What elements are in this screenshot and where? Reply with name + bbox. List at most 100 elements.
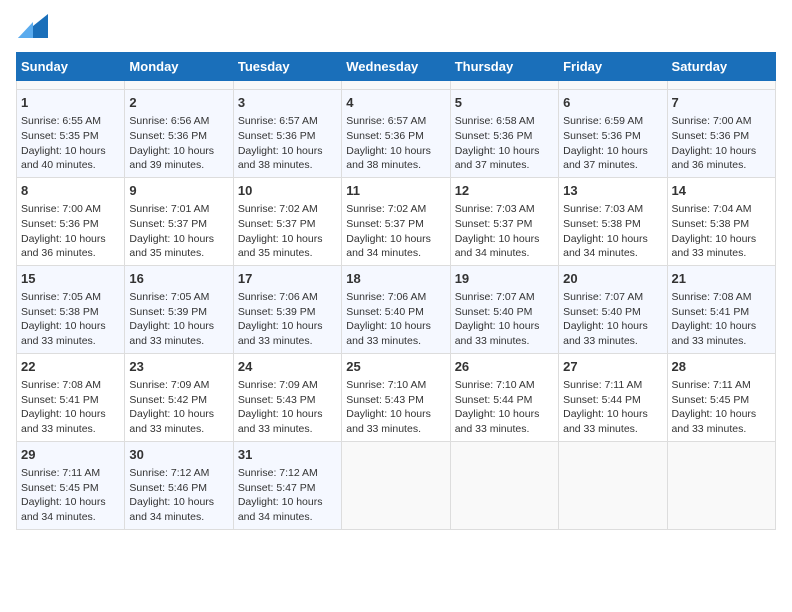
- day-number: 22: [21, 358, 120, 376]
- calendar-cell: 29Sunrise: 7:11 AMSunset: 5:45 PMDayligh…: [17, 441, 125, 529]
- calendar-cell: 22Sunrise: 7:08 AMSunset: 5:41 PMDayligh…: [17, 353, 125, 441]
- calendar-cell: 2Sunrise: 6:56 AMSunset: 5:36 PMDaylight…: [125, 90, 233, 178]
- logo: [16, 16, 48, 40]
- day-info: Sunrise: 7:11 AM: [672, 378, 771, 393]
- day-info: Sunrise: 7:07 AM: [563, 290, 662, 305]
- day-info: Sunrise: 7:12 AM: [129, 466, 228, 481]
- day-info: Sunrise: 6:56 AM: [129, 114, 228, 129]
- day-info: Daylight: 10 hours: [346, 144, 445, 159]
- day-info: Sunrise: 6:55 AM: [21, 114, 120, 129]
- calendar-week-row: 22Sunrise: 7:08 AMSunset: 5:41 PMDayligh…: [17, 353, 776, 441]
- day-info: Daylight: 10 hours: [238, 232, 337, 247]
- calendar-cell: [342, 81, 450, 90]
- calendar-week-row: 29Sunrise: 7:11 AMSunset: 5:45 PMDayligh…: [17, 441, 776, 529]
- day-info: Sunrise: 7:04 AM: [672, 202, 771, 217]
- day-info: and 33 minutes.: [21, 422, 120, 437]
- day-info: and 33 minutes.: [672, 246, 771, 261]
- calendar-cell: [450, 81, 558, 90]
- day-number: 17: [238, 270, 337, 288]
- calendar-cell: 27Sunrise: 7:11 AMSunset: 5:44 PMDayligh…: [559, 353, 667, 441]
- day-info: Sunset: 5:47 PM: [238, 481, 337, 496]
- day-info: Sunrise: 7:03 AM: [563, 202, 662, 217]
- calendar-cell: 21Sunrise: 7:08 AMSunset: 5:41 PMDayligh…: [667, 265, 775, 353]
- day-info: and 33 minutes.: [346, 422, 445, 437]
- day-number: 24: [238, 358, 337, 376]
- day-info: Sunrise: 7:12 AM: [238, 466, 337, 481]
- day-info: Sunrise: 7:08 AM: [21, 378, 120, 393]
- day-info: Daylight: 10 hours: [129, 319, 228, 334]
- calendar-cell: 13Sunrise: 7:03 AMSunset: 5:38 PMDayligh…: [559, 177, 667, 265]
- day-number: 11: [346, 182, 445, 200]
- day-info: Daylight: 10 hours: [455, 232, 554, 247]
- weekday-header-friday: Friday: [559, 53, 667, 81]
- day-number: 19: [455, 270, 554, 288]
- day-info: and 36 minutes.: [672, 158, 771, 173]
- day-number: 12: [455, 182, 554, 200]
- day-info: Daylight: 10 hours: [238, 407, 337, 422]
- day-info: Sunrise: 7:11 AM: [21, 466, 120, 481]
- day-number: 2: [129, 94, 228, 112]
- day-info: Sunrise: 7:09 AM: [129, 378, 228, 393]
- day-info: and 33 minutes.: [346, 334, 445, 349]
- calendar-cell: 7Sunrise: 7:00 AMSunset: 5:36 PMDaylight…: [667, 90, 775, 178]
- day-info: and 34 minutes.: [346, 246, 445, 261]
- calendar-week-row: 8Sunrise: 7:00 AMSunset: 5:36 PMDaylight…: [17, 177, 776, 265]
- day-info: Daylight: 10 hours: [21, 407, 120, 422]
- day-info: Sunrise: 7:00 AM: [21, 202, 120, 217]
- day-info: Daylight: 10 hours: [455, 407, 554, 422]
- day-info: Daylight: 10 hours: [672, 319, 771, 334]
- day-number: 29: [21, 446, 120, 464]
- weekday-header-tuesday: Tuesday: [233, 53, 341, 81]
- calendar-cell: [233, 81, 341, 90]
- day-info: and 33 minutes.: [129, 334, 228, 349]
- day-number: 30: [129, 446, 228, 464]
- day-info: Daylight: 10 hours: [672, 144, 771, 159]
- day-info: Sunset: 5:38 PM: [563, 217, 662, 232]
- calendar-cell: 11Sunrise: 7:02 AMSunset: 5:37 PMDayligh…: [342, 177, 450, 265]
- calendar-cell: 8Sunrise: 7:00 AMSunset: 5:36 PMDaylight…: [17, 177, 125, 265]
- calendar-cell: 14Sunrise: 7:04 AMSunset: 5:38 PMDayligh…: [667, 177, 775, 265]
- day-number: 5: [455, 94, 554, 112]
- day-info: Sunset: 5:37 PM: [346, 217, 445, 232]
- day-info: Sunset: 5:42 PM: [129, 393, 228, 408]
- calendar-cell: 9Sunrise: 7:01 AMSunset: 5:37 PMDaylight…: [125, 177, 233, 265]
- calendar-cell: [667, 81, 775, 90]
- day-info: Sunset: 5:36 PM: [672, 129, 771, 144]
- day-number: 7: [672, 94, 771, 112]
- day-info: Daylight: 10 hours: [21, 319, 120, 334]
- day-info: and 38 minutes.: [238, 158, 337, 173]
- calendar-cell: 28Sunrise: 7:11 AMSunset: 5:45 PMDayligh…: [667, 353, 775, 441]
- day-info: Daylight: 10 hours: [21, 232, 120, 247]
- day-info: and 33 minutes.: [672, 422, 771, 437]
- page-header: [16, 16, 776, 40]
- day-info: Sunrise: 6:59 AM: [563, 114, 662, 129]
- day-info: Sunrise: 7:02 AM: [238, 202, 337, 217]
- day-info: Sunset: 5:43 PM: [238, 393, 337, 408]
- day-info: and 40 minutes.: [21, 158, 120, 173]
- day-info: Sunset: 5:36 PM: [563, 129, 662, 144]
- day-number: 28: [672, 358, 771, 376]
- day-info: Sunrise: 7:06 AM: [346, 290, 445, 305]
- day-info: Daylight: 10 hours: [563, 319, 662, 334]
- calendar-cell: [667, 441, 775, 529]
- logo-icon: [18, 14, 48, 38]
- day-info: Daylight: 10 hours: [129, 144, 228, 159]
- calendar-cell: 24Sunrise: 7:09 AMSunset: 5:43 PMDayligh…: [233, 353, 341, 441]
- day-number: 31: [238, 446, 337, 464]
- day-info: Sunset: 5:35 PM: [21, 129, 120, 144]
- day-info: Daylight: 10 hours: [455, 144, 554, 159]
- day-info: Sunset: 5:40 PM: [346, 305, 445, 320]
- day-number: 25: [346, 358, 445, 376]
- day-info: Daylight: 10 hours: [563, 407, 662, 422]
- calendar-cell: 26Sunrise: 7:10 AMSunset: 5:44 PMDayligh…: [450, 353, 558, 441]
- day-info: Daylight: 10 hours: [21, 144, 120, 159]
- day-info: Sunrise: 7:11 AM: [563, 378, 662, 393]
- calendar-cell: 16Sunrise: 7:05 AMSunset: 5:39 PMDayligh…: [125, 265, 233, 353]
- day-info: and 33 minutes.: [21, 334, 120, 349]
- day-info: Sunset: 5:44 PM: [563, 393, 662, 408]
- weekday-header-sunday: Sunday: [17, 53, 125, 81]
- day-number: 8: [21, 182, 120, 200]
- calendar-cell: 31Sunrise: 7:12 AMSunset: 5:47 PMDayligh…: [233, 441, 341, 529]
- weekday-header-saturday: Saturday: [667, 53, 775, 81]
- day-number: 1: [21, 94, 120, 112]
